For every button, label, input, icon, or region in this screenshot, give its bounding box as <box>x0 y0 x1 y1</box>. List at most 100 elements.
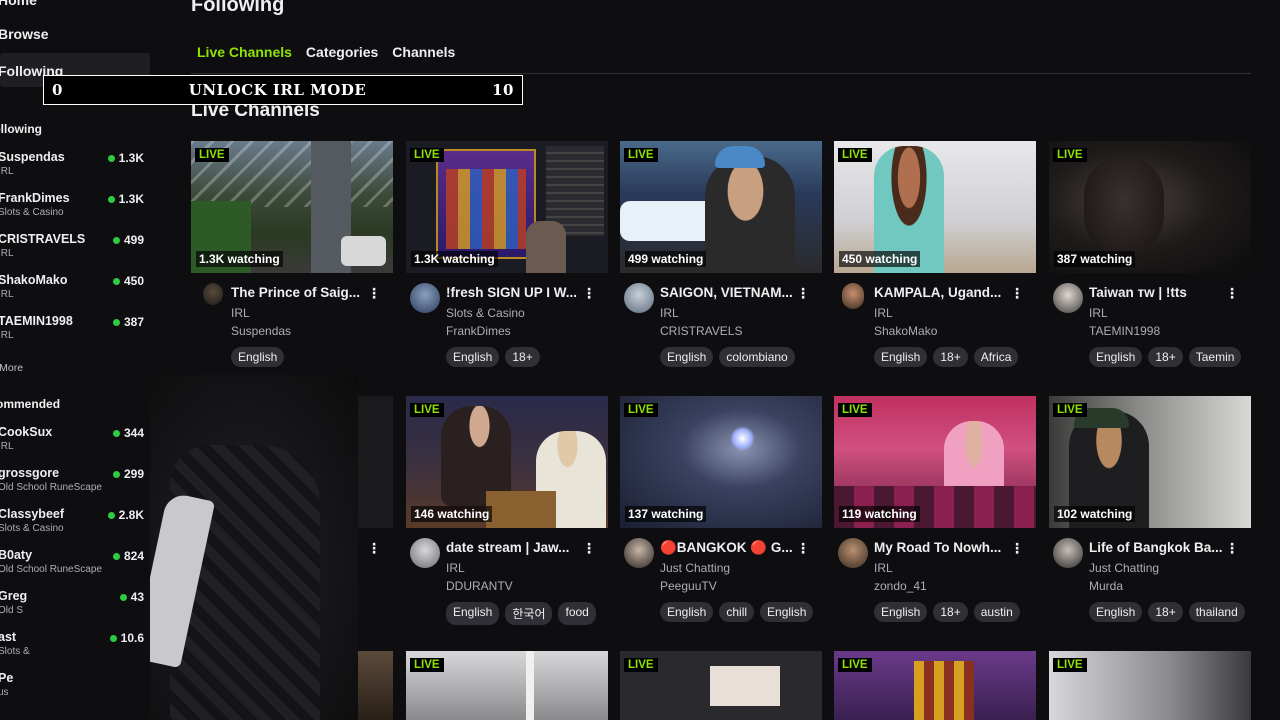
tag[interactable]: thailand <box>1188 602 1245 622</box>
stream-card[interactable]: LIVE <box>406 651 608 720</box>
tag[interactable]: chill <box>719 602 755 622</box>
stream-thumbnail[interactable]: LIVE <box>620 651 822 720</box>
show-more-link[interactable]: Show More <box>0 362 23 374</box>
more-options-icon[interactable]: ⋮ <box>796 540 810 557</box>
channel-name[interactable]: FrankDimes <box>446 324 511 338</box>
stream-title[interactable]: date stream | Jaw... <box>446 540 591 555</box>
stream-category[interactable]: IRL <box>660 306 679 320</box>
stream-card[interactable]: LIVE <box>834 651 1036 720</box>
tag[interactable]: English <box>660 347 714 367</box>
nav-browse[interactable]: Browse <box>0 26 49 42</box>
tag[interactable]: English <box>660 602 714 622</box>
sidebar-channel[interactable]: CookSux IRL 344 <box>0 425 148 459</box>
tag[interactable]: Africa <box>973 347 1019 367</box>
stream-title[interactable]: Life of Bangkok Ba... <box>1089 540 1234 555</box>
tag[interactable]: English <box>231 347 285 367</box>
sidebar-channel[interactable]: B0aty Old School RuneScape 824 <box>0 548 148 582</box>
avatar[interactable] <box>624 283 654 313</box>
stream-thumbnail[interactable]: LIVE 1.3K watching <box>406 141 608 273</box>
avatar[interactable] <box>410 283 440 313</box>
stream-category[interactable]: IRL <box>231 306 250 320</box>
avatar[interactable] <box>838 538 868 568</box>
tag[interactable]: English <box>446 347 500 367</box>
tag[interactable]: 18+ <box>505 347 540 367</box>
more-options-icon[interactable]: ⋮ <box>796 285 810 302</box>
stream-thumbnail[interactable]: LIVE 499 watching <box>620 141 822 273</box>
stream-title[interactable]: !fresh SIGN UP I W... <box>446 285 591 300</box>
stream-category[interactable]: IRL <box>874 561 893 575</box>
stream-thumbnail[interactable]: LIVE <box>406 651 608 720</box>
stream-card[interactable]: LIVE 102 watching Life of Bangkok Ba... … <box>1049 396 1251 624</box>
stream-thumbnail[interactable]: LIVE 450 watching <box>834 141 1036 273</box>
channel-name[interactable]: TAEMIN1998 <box>1089 324 1160 338</box>
avatar[interactable] <box>1053 538 1083 568</box>
tag[interactable]: 18+ <box>933 347 968 367</box>
stream-category[interactable]: Just Chatting <box>1089 561 1159 575</box>
more-options-icon[interactable]: ⋮ <box>1010 540 1024 557</box>
channel-name[interactable]: DDURANTV <box>446 579 513 593</box>
sidebar-channel[interactable]: Greg Old S 43 <box>0 589 148 623</box>
stream-thumbnail[interactable]: LIVE 1.3K watching <box>191 141 393 273</box>
tag[interactable]: 18+ <box>933 602 968 622</box>
stream-title[interactable]: The Prince of Saig... <box>231 285 376 300</box>
tag[interactable]: 한국어 <box>505 602 553 625</box>
stream-thumbnail[interactable]: LIVE 119 watching <box>834 396 1036 528</box>
stream-card[interactable]: LIVE 146 watching date stream | Jaw... ⋮… <box>406 396 608 625</box>
stream-thumbnail[interactable]: LIVE 102 watching <box>1049 396 1251 528</box>
nav-home[interactable]: Home <box>0 0 37 8</box>
more-options-icon[interactable]: ⋮ <box>582 285 596 302</box>
tag[interactable]: Taemin <box>1188 347 1242 367</box>
tag[interactable]: food <box>558 602 596 625</box>
avatar[interactable] <box>842 283 864 309</box>
tag[interactable]: 18+ <box>1148 347 1183 367</box>
tag[interactable]: austin <box>973 602 1020 622</box>
channel-name[interactable]: PeeguuTV <box>660 579 717 593</box>
stream-card[interactable]: LIVE 137 watching 🔴BANGKOK 🔴 G... ⋮ Just… <box>620 396 822 624</box>
tag[interactable]: English <box>874 347 928 367</box>
more-options-icon[interactable]: ⋮ <box>1010 285 1024 302</box>
tag[interactable]: English <box>874 602 928 622</box>
sidebar-channel[interactable]: ShakoMako IRL 450 <box>0 273 148 307</box>
sidebar-channel[interactable]: CRISTRAVELS IRL 499 <box>0 232 148 266</box>
sidebar-channel[interactable]: FrankDimes Slots & Casino 1.3K <box>0 191 148 225</box>
stream-thumbnail[interactable]: LIVE 137 watching <box>620 396 822 528</box>
channel-name[interactable]: Murda <box>1089 579 1123 593</box>
stream-category[interactable]: IRL <box>874 306 893 320</box>
avatar[interactable] <box>410 538 440 568</box>
tag[interactable]: 18+ <box>1148 602 1183 622</box>
stream-title[interactable]: My Road To Nowh... <box>874 540 1019 555</box>
avatar[interactable] <box>1053 283 1083 313</box>
stream-card[interactable]: LIVE 1.3K watching !fresh SIGN UP I W...… <box>406 141 608 369</box>
stream-card[interactable]: LIVE <box>1049 651 1251 720</box>
stream-title[interactable]: 🔴BANGKOK 🔴 G... <box>660 540 805 556</box>
sidebar-channel[interactable]: Pe us <box>0 671 148 705</box>
stream-thumbnail[interactable]: LIVE 146 watching <box>406 396 608 528</box>
avatar[interactable] <box>624 538 654 568</box>
stream-card[interactable]: LIVE 499 watching SAIGON, VIETNAM... ⋮ I… <box>620 141 822 369</box>
stream-category[interactable]: Slots & Casino <box>446 306 525 320</box>
tag[interactable]: English <box>1089 347 1143 367</box>
stream-thumbnail[interactable]: LIVE <box>1049 651 1251 720</box>
more-options-icon[interactable]: ⋮ <box>582 540 596 557</box>
sidebar-channel[interactable]: TAEMIN1998 IRL 387 <box>0 314 148 348</box>
tag[interactable]: English <box>760 602 814 622</box>
avatar[interactable] <box>203 283 223 305</box>
sidebar-channel[interactable]: Suspendas IRL 1.3K <box>0 150 148 184</box>
tag[interactable]: English <box>446 602 500 625</box>
stream-title[interactable]: KAMPALA, Ugand... <box>874 285 1019 300</box>
stream-title[interactable]: SAIGON, VIETNAM... <box>660 285 805 300</box>
stream-card[interactable]: LIVE 1.3K watching The Prince of Saig...… <box>191 141 393 369</box>
stream-category[interactable]: IRL <box>1089 306 1108 320</box>
tag[interactable]: English <box>1089 602 1143 622</box>
stream-thumbnail[interactable]: LIVE <box>834 651 1036 720</box>
stream-category[interactable]: IRL <box>446 561 465 575</box>
more-options-icon[interactable]: ⋮ <box>1225 540 1239 557</box>
stream-card[interactable]: LIVE 450 watching KAMPALA, Ugand... ⋮ IR… <box>834 141 1036 369</box>
more-options-icon[interactable]: ⋮ <box>367 285 381 302</box>
sidebar-channel[interactable]: Classybeef Slots & Casino 2.8K <box>0 507 148 541</box>
channel-name[interactable]: zondo_41 <box>874 579 927 593</box>
stream-card[interactable]: LIVE 387 watching Taiwan ᴛᴡ | !tts ⋮ IRL… <box>1049 141 1251 369</box>
channel-name[interactable]: Suspendas <box>231 324 291 338</box>
more-options-icon[interactable]: ⋮ <box>367 540 381 557</box>
stream-card[interactable]: LIVE 119 watching My Road To Nowh... ⋮ I… <box>834 396 1036 624</box>
